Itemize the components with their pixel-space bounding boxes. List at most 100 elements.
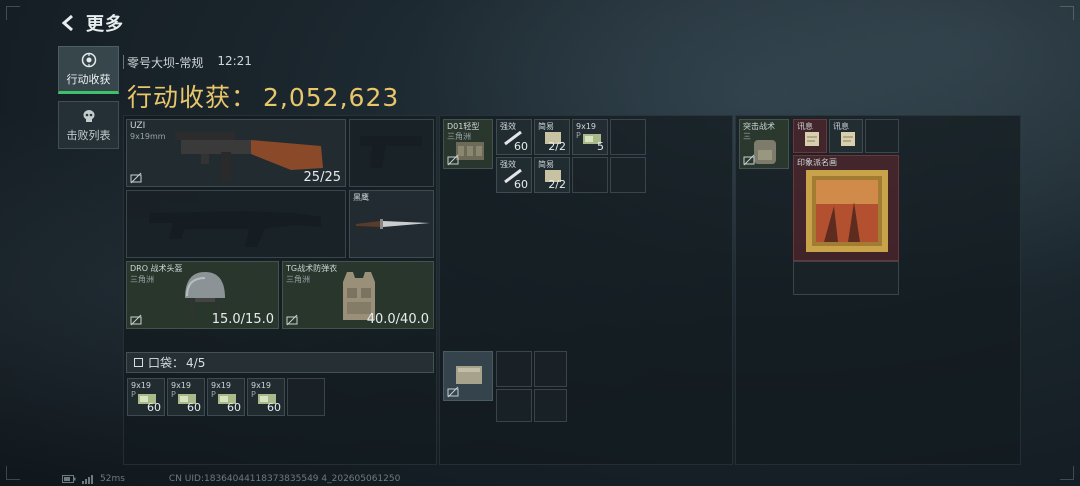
armor-durability: 40.0/40.0 xyxy=(366,312,429,327)
ammo-name: 9x19 xyxy=(251,381,272,390)
ammo-name: 9x19 xyxy=(131,381,152,390)
pocket-item[interactable]: 9x19 P 60 xyxy=(127,378,165,416)
chest-rig-slot[interactable]: D01轻型 三角洲 xyxy=(443,119,493,169)
safe-box-slot-empty[interactable] xyxy=(534,389,567,422)
back-arrow-icon[interactable] xyxy=(58,13,78,33)
no-insurance-icon xyxy=(447,386,459,398)
frame-corner xyxy=(1060,6,1074,20)
item-count: 2/2 xyxy=(548,178,566,191)
tab-kill-list-label: 击败列表 xyxy=(66,128,111,142)
melee-name: 黑鹰 xyxy=(353,193,369,202)
chest-rig-name: D01轻型 xyxy=(447,122,480,131)
pocket-item[interactable]: 9x19 P 60 xyxy=(207,378,245,416)
chest-rig-item[interactable]: 9x19 P 5 xyxy=(572,119,608,155)
secondary-weapon-slot-empty[interactable] xyxy=(126,190,346,258)
helmet-durability: 15.0/15.0 xyxy=(211,312,274,327)
ammo-count: 60 xyxy=(147,401,161,414)
pistol-slot-empty[interactable] xyxy=(349,119,434,187)
pocket-capacity: 4/5 xyxy=(186,355,206,370)
armor-origin: 三角洲 xyxy=(286,275,310,284)
document-icon xyxy=(841,132,855,146)
skull-icon xyxy=(83,109,94,122)
item-name: 9x19 xyxy=(576,122,597,131)
page-title: 更多 xyxy=(86,14,124,35)
target-icon xyxy=(81,52,96,67)
document-icon xyxy=(805,132,819,146)
safe-box-slot-empty[interactable] xyxy=(496,389,532,422)
item-count: 5 xyxy=(597,140,604,153)
header: 更多 xyxy=(58,10,124,36)
knife-icon xyxy=(356,219,430,229)
pocket-slot-empty[interactable] xyxy=(287,378,325,416)
weapon-caliber: 9x19mm xyxy=(130,132,166,141)
battery-icon xyxy=(62,475,76,483)
ammo-name: 9x19 xyxy=(171,381,192,390)
raid-info: 零号大坝-常规 12:21 xyxy=(123,54,252,71)
divider xyxy=(123,55,124,69)
weapon-durability: 25/25 xyxy=(303,170,341,185)
chest-rig-item[interactable]: 强效 60 xyxy=(496,157,532,193)
pocket-label: 口袋： xyxy=(148,356,185,370)
melee-slot[interactable]: 黑鹰 xyxy=(349,190,434,258)
item-count: 60 xyxy=(514,140,528,153)
painting-item[interactable]: 印象派名画 xyxy=(793,155,899,261)
backpack-slot-empty[interactable] xyxy=(865,119,899,153)
item-sub: P xyxy=(576,131,581,140)
primary-weapon-slot[interactable]: UZI 9x19mm 25/25 xyxy=(126,119,346,187)
helmet-slot[interactable]: DRO 战术头盔 三角洲 15.0/15.0 xyxy=(126,261,279,329)
signal-icon xyxy=(82,474,93,484)
no-insurance-icon xyxy=(130,172,142,184)
status-footer: 52ms CN UID:18364044118373835549 4_20260… xyxy=(62,474,400,484)
haul-total: 行动收获： 2,052,623 xyxy=(127,78,399,114)
ammo-count: 60 xyxy=(187,401,201,414)
backpack-name: 突击战术 xyxy=(743,122,775,131)
safe-box-slot-empty[interactable] xyxy=(534,351,567,387)
no-insurance-icon xyxy=(286,314,298,326)
ammo-sub: P xyxy=(171,390,176,399)
uid-value: CN UID:18364044118373835549 4_2026050612… xyxy=(168,474,401,484)
pocket-item[interactable]: 9x19 P 60 xyxy=(247,378,285,416)
pistol-silhouette-icon xyxy=(360,136,422,168)
pocket-header: 口袋： 4/5 xyxy=(126,352,434,373)
ammo-sub: P xyxy=(131,390,136,399)
pocket-item[interactable]: 9x19 P 60 xyxy=(167,378,205,416)
haul-label: 行动收获： xyxy=(127,83,258,112)
helmet-name: DRO 战术头盔 xyxy=(130,264,183,273)
chest-rig-item[interactable]: 简易 2/2 xyxy=(534,119,570,155)
no-insurance-icon xyxy=(447,154,459,166)
painting-icon xyxy=(806,170,888,252)
frame-corner xyxy=(6,466,20,480)
tab-haul-label: 行动收获 xyxy=(66,72,111,86)
chest-rig-slot-empty[interactable] xyxy=(610,119,646,155)
helmet-origin: 三角洲 xyxy=(130,275,154,284)
item-count: 60 xyxy=(514,178,528,191)
map-name: 零号大坝-常规 xyxy=(127,56,204,70)
ping-value: 52ms xyxy=(100,474,125,484)
ammo-count: 60 xyxy=(267,401,281,414)
no-insurance-icon xyxy=(130,314,142,326)
backpack-item[interactable]: 讯息 xyxy=(829,119,863,153)
backpack-slot-empty[interactable] xyxy=(793,261,899,295)
raid-time: 12:21 xyxy=(217,54,252,68)
safe-box-slot-empty[interactable] xyxy=(496,351,532,387)
armor-name: TG战术防弹衣 xyxy=(286,264,338,273)
armor-slot[interactable]: TG战术防弹衣 三角洲 40.0/40.0 xyxy=(282,261,434,329)
ammo-sub: P xyxy=(211,390,216,399)
haul-value: 2,052,623 xyxy=(263,83,400,112)
chest-rig-item[interactable]: 简易 2/2 xyxy=(534,157,570,193)
frame-corner xyxy=(6,6,20,20)
chest-rig-slot-empty[interactable] xyxy=(610,157,646,193)
chest-rig-item[interactable]: 强效 60 xyxy=(496,119,532,155)
chest-rig-slot-empty[interactable] xyxy=(572,157,608,193)
tab-haul[interactable]: 行动收获 xyxy=(58,46,119,94)
ammo-name: 9x19 xyxy=(211,381,232,390)
backpack-item[interactable]: 讯息 xyxy=(793,119,827,153)
weapon-name: UZI xyxy=(130,121,146,131)
rifle-silhouette-icon xyxy=(149,211,321,247)
tab-kill-list[interactable]: 击败列表 xyxy=(58,101,119,149)
backpack-slot[interactable]: 突击战术 三 xyxy=(739,119,789,169)
pocket-icon xyxy=(134,358,143,367)
item-count: 2/2 xyxy=(548,140,566,153)
safe-box-slot[interactable] xyxy=(443,351,493,401)
frame-corner xyxy=(1060,466,1074,480)
